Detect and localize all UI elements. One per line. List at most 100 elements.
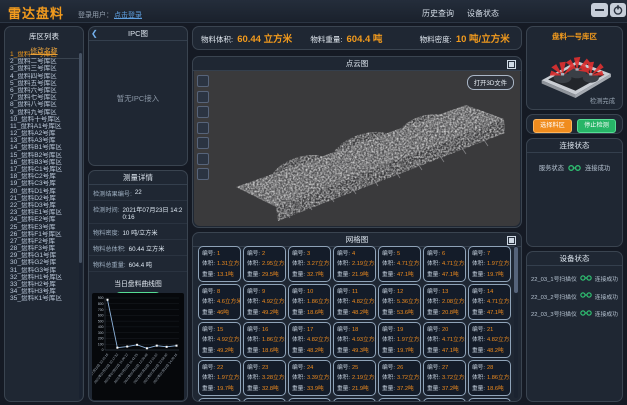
grid-cell[interactable]: 编号:9体积:4.92立方米重量:49.2吨 (243, 284, 286, 320)
grid-cell[interactable]: 编号:13体积:2.08立方米重量:20.8吨 (423, 284, 466, 320)
grid-cell[interactable]: 编号:6体积:4.71立方米重量:47.1吨 (423, 246, 466, 282)
sidebar-item-area[interactable]: 1_盘料一号库区 (6, 51, 78, 58)
sidebar-item-area[interactable]: 23_盘料E1号库区 (6, 209, 78, 216)
sidebar-item-area[interactable]: 11_盘料A1号库区 (6, 123, 78, 130)
sidebar-item-area[interactable]: 29_盘料G1号库 (6, 252, 78, 259)
view-snapshot-button[interactable] (197, 168, 209, 180)
sidebar-item-area[interactable]: 22_盘料D3号库 (6, 202, 78, 209)
power-button[interactable] (610, 3, 626, 17)
sidebar-item-area[interactable]: 30_盘料G2号库 (6, 259, 78, 266)
grid-cell[interactable]: 编号:21体积:4.82立方米重量:48.2吨 (468, 322, 511, 358)
cell-value: 37.2吨 (397, 384, 414, 394)
sidebar-item-area[interactable]: 26_盘料F1号库区 (6, 231, 78, 238)
sidebar-item-area[interactable]: 4_盘料四号库区 (6, 73, 78, 80)
grid-cell[interactable]: 编号:25体积:2.19立方米重量:21.9吨 (333, 360, 376, 396)
sidebar-item-area[interactable]: 12_盘料A2号库 (6, 130, 78, 137)
grid-cell[interactable]: 编号:4体积:2.19立方米重量:21.9吨 (333, 246, 376, 282)
grid-cell[interactable]: 编号:15体积:4.92立方米重量:49.2吨 (198, 322, 241, 358)
sidebar-item-area[interactable]: 15_盘料B2号库区 (6, 152, 78, 159)
view-back-button[interactable] (197, 137, 209, 149)
login-link[interactable]: 点击登录 (114, 10, 142, 20)
sidebar-item-area[interactable]: 28_盘料F3号库 (6, 245, 78, 252)
device-status: 连接成功 (595, 309, 618, 318)
cell-label: 体积: (427, 335, 440, 345)
grid-cell[interactable]: 编号:17体积:4.82立方米重量:48.2吨 (288, 322, 331, 358)
cell-value: 18.6吨 (307, 308, 324, 318)
maximize-icon[interactable] (507, 236, 516, 245)
grid-cell-partial[interactable] (378, 398, 421, 401)
grid-cell[interactable]: 编号:27体积:3.72立方米重量:37.2吨 (423, 360, 466, 396)
cell-label: 体积: (472, 297, 485, 307)
grid-cell-partial[interactable] (468, 398, 511, 401)
collapse-chevron-icon[interactable]: ❮ (91, 29, 98, 38)
grid-cell[interactable]: 编号:1体积:1.31立方米重量:13.1吨 (198, 246, 241, 282)
view-right-button[interactable] (197, 122, 209, 134)
cell-label: 重量: (382, 270, 395, 280)
grid-cell[interactable]: 编号:16体积:1.86立方米重量:18.6吨 (243, 322, 286, 358)
grid-cell-partial[interactable] (333, 398, 376, 401)
sidebar-item-area[interactable]: 19_盘料C3号库 (6, 180, 78, 187)
grid-cell[interactable]: 编号:14体积:4.71立方米重量:47.1吨 (468, 284, 511, 320)
detection-done-text: 检测完成 (590, 96, 615, 105)
grid-cell[interactable]: 编号:2体积:2.95立方米重量:29.5吨 (243, 246, 286, 282)
sidebar-item-area[interactable]: 7_盘料七号库区 (6, 94, 78, 101)
grid-cell-partial[interactable] (198, 398, 241, 401)
view-top-button[interactable] (197, 75, 209, 87)
sidebar-item-area[interactable]: 33_盘料H2号库 (6, 281, 78, 288)
grid-cell[interactable]: 编号:24体积:3.39立方米重量:33.9吨 (288, 360, 331, 396)
sidebar-item-area[interactable]: 16_盘料B3号库区 (6, 159, 78, 166)
sidebar-item-area[interactable]: 21_盘料D2号库 (6, 195, 78, 202)
view-reset-button[interactable] (197, 153, 209, 165)
sidebar-item-area[interactable]: 18_盘料C2号库 (6, 173, 78, 180)
grid-cell[interactable]: 编号:28体积:1.86立方米重量:18.6吨 (468, 360, 511, 396)
sidebar-item-area[interactable]: 8_盘料八号库区 (6, 101, 78, 108)
grid-cell-partial[interactable] (243, 398, 286, 401)
maximize-icon[interactable] (507, 60, 516, 69)
grid-cell[interactable]: 编号:23体积:3.28立方米重量:32.8吨 (243, 360, 286, 396)
grid-cell[interactable]: 编号:5体积:4.71立方米重量:47.1吨 (378, 246, 421, 282)
sidebar-item-area[interactable]: 25_盘料E3号库 (6, 224, 78, 231)
grid-cell[interactable]: 编号:8体积:4.6立方米重量:46吨 (198, 284, 241, 320)
grid-cell[interactable]: 编号:3体积:3.27立方米重量:32.7吨 (288, 246, 331, 282)
sidebar-item-area[interactable]: 6_盘料六号库区 (6, 87, 78, 94)
grid-cell[interactable]: 编号:12体积:5.36立方米重量:53.6吨 (378, 284, 421, 320)
sidebar-item-area[interactable]: 24_盘料E2号库 (6, 216, 78, 223)
open-3d-file-button[interactable]: 打开3D文件 (467, 75, 514, 90)
grid-cell[interactable]: 编号:10体积:1.86立方米重量:18.6吨 (288, 284, 331, 320)
view-left-button[interactable] (197, 91, 209, 103)
sidebar-item-area[interactable]: 3_盘料三号库区 (6, 65, 78, 72)
view-front-button[interactable] (197, 106, 209, 118)
minimize-button[interactable] (591, 3, 608, 17)
sidebar-item-area[interactable]: 31_盘料G3号库 (6, 267, 78, 274)
grid-cell[interactable]: 编号:7体积:1.97立方米重量:19.7吨 (468, 246, 511, 282)
select-area-button[interactable]: 选择料区 (533, 119, 572, 133)
svg-text:100: 100 (98, 342, 104, 346)
grid-cell[interactable]: 编号:19体积:1.97立方米重量:19.7吨 (378, 322, 421, 358)
stop-detection-button[interactable]: 停止检测 (577, 119, 616, 133)
point-cloud-viewport[interactable]: 打开3D文件 (194, 71, 520, 226)
grid-cell[interactable]: 编号:20体积:4.71立方米重量:47.1吨 (423, 322, 466, 358)
sidebar-item-area[interactable]: 5_盘料五号库区 (6, 80, 78, 87)
sidebar-item-area[interactable]: 34_盘料H3号库 (6, 288, 78, 295)
grid-cell[interactable]: 编号:11体积:4.82立方米重量:48.2吨 (333, 284, 376, 320)
sidebar-item-area[interactable]: 13_盘料A3号库 (6, 137, 78, 144)
cell-value: 1.97立方米 (487, 259, 511, 269)
grid-cell-partial[interactable] (423, 398, 466, 401)
grid-cell[interactable]: 编号:22体积:1.97立方米重量:19.7吨 (198, 360, 241, 396)
grid-scrollbar-thumb[interactable] (514, 247, 518, 293)
sidebar-item-area[interactable]: 14_盘料B1号库区 (6, 144, 78, 151)
grid-cell-partial[interactable] (288, 398, 331, 401)
sidebar-item-area[interactable]: 27_盘料F2号库 (6, 238, 78, 245)
sidebar-item-area[interactable]: 10_盘料十号库区 (6, 116, 78, 123)
grid-cell[interactable]: 编号:26体积:3.72立方米重量:37.2吨 (378, 360, 421, 396)
grid-cell[interactable]: 编号:18体积:4.93立方米重量:49.3吨 (333, 322, 376, 358)
sidebar-scrollbar-thumb[interactable] (79, 53, 82, 263)
sidebar-item-area[interactable]: 2_盘料二号库区 (6, 58, 78, 65)
sidebar-item-area[interactable]: 20_盘料D1号库 (6, 188, 78, 195)
menu-history-query[interactable]: 历史查询 (422, 8, 454, 19)
sidebar-item-area[interactable]: 17_盘料C1号库区 (6, 166, 78, 173)
sidebar-item-area[interactable]: 9_盘料九号库区 (6, 109, 78, 116)
sidebar-item-area[interactable]: 35_盘料K1号库区 (6, 295, 78, 302)
sidebar-item-area[interactable]: 32_盘料H1号库区 (6, 274, 78, 281)
menu-device-status[interactable]: 设备状态 (467, 8, 499, 19)
